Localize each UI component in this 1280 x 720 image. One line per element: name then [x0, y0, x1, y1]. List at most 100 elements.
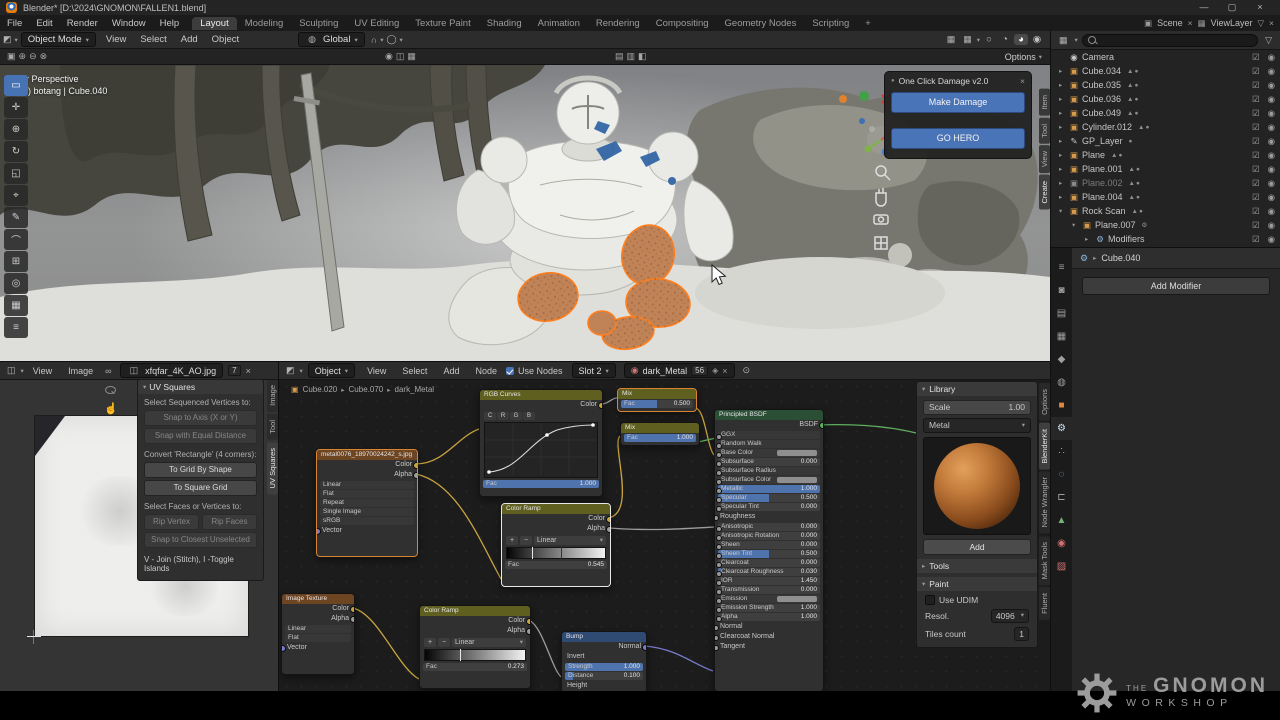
tool-button[interactable]: ≡ — [4, 317, 28, 338]
node-property-row[interactable]: Emission — [718, 595, 820, 603]
node-property-row[interactable]: Emission Strength1.000 — [718, 604, 820, 612]
tiles-count-field[interactable]: 1 — [1014, 627, 1029, 641]
output-socket[interactable] — [526, 618, 531, 625]
node-mix[interactable]: Mix Fac0.500 — [617, 388, 697, 412]
render-visibility-icon[interactable]: ◉ — [1268, 150, 1275, 161]
slot-dropdown[interactable]: Slot 2 ▾ — [572, 363, 616, 378]
pin-icon[interactable]: ⊙ — [740, 365, 754, 376]
checkbox-toggle-icon[interactable]: ☑ — [1252, 150, 1260, 161]
outliner-item-label[interactable]: GP_Layer — [1082, 136, 1123, 146]
properties-tab-world[interactable]: ◍ — [1051, 371, 1072, 394]
expand-caret-icon[interactable]: ▸ — [1085, 235, 1094, 243]
outliner-item-label[interactable]: Camera — [1082, 52, 1114, 62]
render-visibility-icon[interactable]: ◉ — [1268, 192, 1275, 203]
breadcrumb-item[interactable]: Cube.020 — [303, 385, 338, 394]
close-button[interactable]: × — [1246, 2, 1274, 13]
node-title[interactable]: Bump — [562, 632, 646, 642]
checkbox-toggle-icon[interactable]: ☑ — [1252, 220, 1260, 231]
breadcrumb-item[interactable]: Cube.070 — [349, 385, 384, 394]
options-dropdown[interactable]: Options ▾ — [1005, 52, 1042, 62]
properties-tab-particles[interactable]: ∴ — [1051, 440, 1072, 463]
workspace-tab[interactable]: UV Editing — [346, 17, 407, 30]
node-property-row[interactable]: Normal — [715, 622, 823, 632]
outliner-item[interactable]: ▾ ▣ Rock Scan ▲● ☑ ◉ — [1051, 204, 1280, 218]
node-title[interactable]: Image Texture — [282, 594, 354, 604]
viewport-3d[interactable]: User Perspective (178) botang | Cube.040… — [0, 65, 1050, 361]
outliner-item[interactable]: ▸ ▣ Cube.049 ▲● ☑ ◉ — [1051, 106, 1280, 120]
minimize-button[interactable]: — — [1190, 2, 1218, 13]
node-color-ramp[interactable]: Color Ramp Color Alpha + − Linear▾ Fac0.… — [501, 503, 611, 587]
sidebar-tab[interactable]: Item — [1039, 89, 1050, 116]
chevron-down-icon[interactable]: ▾ — [400, 36, 403, 44]
breadcrumb-item[interactable]: dark_Metal — [395, 385, 435, 394]
tool-button[interactable]: ✎ — [4, 207, 28, 228]
outliner-item[interactable]: ◉ Camera ☑ ◉ — [1051, 50, 1280, 64]
node-property-row[interactable]: Anisotropic Rotation0.000 — [718, 532, 820, 540]
output-socket[interactable] — [819, 422, 824, 429]
render-visibility-icon[interactable]: ◉ — [1268, 108, 1275, 119]
outliner-item[interactable]: ▸ ▣ Cube.036 ▲● ☑ ◉ — [1051, 92, 1280, 106]
node-property-row[interactable]: Specular Tint0.000 — [718, 503, 820, 511]
node-property-row[interactable]: sRGB — [320, 517, 414, 525]
node-image-texture[interactable]: Image Texture Color Alpha LinearFlat Vec… — [281, 593, 355, 675]
node-property-row[interactable]: Flat — [320, 490, 414, 498]
render-visibility-icon[interactable]: ◉ — [1268, 52, 1275, 63]
workspace-tab[interactable]: Scripting — [804, 17, 857, 30]
menubar-menu[interactable]: File — [0, 18, 29, 29]
menubar-menu[interactable]: Render — [60, 18, 105, 29]
node-bump[interactable]: Bump Normal InvertStrength1.000Distance0… — [561, 631, 647, 691]
remove-stop-button[interactable]: − — [438, 638, 450, 647]
workspace-tab[interactable]: Texture Paint — [407, 17, 478, 30]
checkbox-toggle-icon[interactable]: ☑ — [1252, 122, 1260, 133]
properties-tab-render[interactable]: ◙ — [1051, 279, 1072, 302]
sidebar-tab[interactable]: Node Wrangler — [1039, 471, 1050, 533]
tool-button[interactable]: ◎ — [4, 273, 28, 294]
properties-tab-physics[interactable]: ◌ — [1051, 463, 1072, 486]
filter-funnel-icon[interactable]: ▽ — [1262, 35, 1275, 46]
outliner-item[interactable]: ▸ ⚙ Modifiers ☑ ◉ — [1051, 232, 1280, 246]
node-property-row[interactable]: Repeat — [320, 499, 414, 507]
outliner-item-label[interactable]: Plane.002 — [1082, 178, 1123, 188]
node-property-row[interactable]: Strength1.000 — [565, 663, 643, 671]
workspace-tab[interactable]: Animation — [530, 17, 588, 30]
uv-editor-menu[interactable]: Image — [61, 366, 100, 376]
to-square-grid-button[interactable]: To Square Grid — [144, 480, 257, 496]
output-socket[interactable] — [413, 462, 418, 469]
shading-mode-button[interactable]: ○ — [982, 34, 996, 45]
workspace-tab[interactable]: Layout — [192, 17, 237, 30]
channel-tab[interactable]: B — [523, 412, 535, 420]
material-name-field[interactable]: ◉ dark_Metal 56 ◈ × — [624, 363, 735, 378]
outliner-search-input[interactable] — [1082, 34, 1258, 47]
use-nodes-checkbox[interactable] — [506, 367, 514, 375]
outliner-item[interactable]: ▸ ▣ Cube.034 ▲● ☑ ◉ — [1051, 64, 1280, 78]
image-users-badge[interactable]: 7 — [228, 365, 240, 376]
checkbox-toggle-icon[interactable]: ☑ — [1252, 234, 1260, 245]
ramp-gradient[interactable] — [506, 547, 606, 559]
expand-caret-icon[interactable]: ▸ — [1059, 67, 1068, 75]
fac-slider[interactable]: Fac1.000 — [624, 434, 696, 442]
node-property-row[interactable]: Distance0.100 — [565, 672, 643, 680]
render-visibility-icon[interactable]: ◉ — [1268, 234, 1275, 245]
node-title[interactable]: Mix — [621, 423, 699, 433]
node-property-row[interactable]: IOR1.450 — [718, 577, 820, 585]
checkbox-toggle-icon[interactable]: ☑ — [1252, 94, 1260, 105]
gizmo-toggle-icon[interactable]: ▦ — [944, 34, 959, 45]
workspace-tab[interactable]: Modeling — [237, 17, 292, 30]
menubar-menu[interactable]: Help — [153, 18, 187, 29]
close-icon[interactable]: × — [1269, 18, 1274, 28]
outliner-item[interactable]: ▸ ▣ Plane.004 ▲● ☑ ◉ — [1051, 190, 1280, 204]
node-rgb-curves[interactable]: RGB Curves Color C R G B — [479, 389, 603, 497]
properties-tab-material[interactable]: ◉ — [1051, 532, 1072, 555]
chevron-down-icon[interactable]: ▾ — [922, 385, 925, 393]
node-principled-bsdf[interactable]: Principled BSDF BSDF GGXRandom WalkBase … — [714, 409, 824, 691]
expand-caret-icon[interactable]: ▸ — [1059, 179, 1068, 187]
render-visibility-icon[interactable]: ◉ — [1268, 122, 1275, 133]
properties-tab-object[interactable]: ■ — [1051, 394, 1072, 417]
tool-button[interactable]: ⊕ — [4, 119, 28, 140]
expand-caret-icon[interactable]: ▸ — [1059, 95, 1068, 103]
properties-tab-tool[interactable]: ≡ — [1051, 256, 1072, 279]
node-graph[interactable]: ▣ Cube.020 ▸ Cube.070 ▸ dark_Metal metal… — [279, 379, 1050, 691]
outliner-item-label[interactable]: Cube.049 — [1082, 108, 1121, 118]
input-socket[interactable] — [281, 645, 286, 652]
tool-button[interactable]: ▭ — [4, 75, 28, 96]
